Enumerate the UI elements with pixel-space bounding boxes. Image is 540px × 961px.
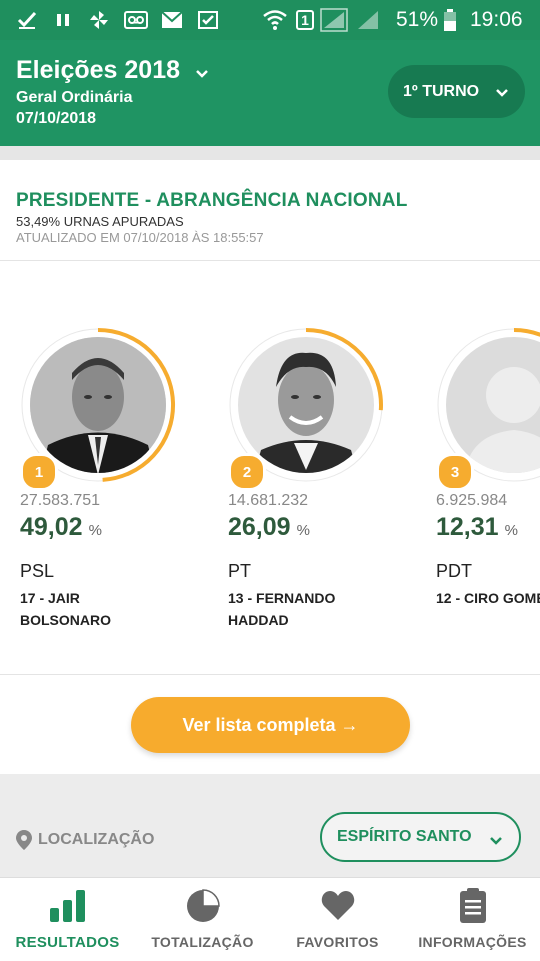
chevron-down-icon (489, 833, 503, 851)
pause-icon (55, 10, 71, 30)
election-date: 07/10/2018 (16, 110, 97, 127)
party-name: PDT (436, 561, 472, 581)
sim-indicator: 1 (296, 10, 314, 30)
candidate-name: 12 - CIRO GOMES (436, 590, 540, 606)
voicemail-icon (124, 10, 148, 30)
section-title: PRESIDENTE - ABRANGÊNCIA NACIONAL (16, 190, 408, 211)
election-selector[interactable]: Eleições 2018 (16, 56, 209, 86)
vote-percent: 49,02% (20, 513, 102, 542)
location-bar: LOCALIZAÇÃO ESPÍRITO SANTO (0, 774, 540, 877)
turno-label: 1º TURNO (403, 82, 480, 100)
nav-totalizacao[interactable]: TOTALIZAÇÃO (135, 878, 270, 961)
document-icon (458, 888, 488, 929)
ticket-check-icon (197, 10, 219, 30)
bar-chart-icon (48, 888, 88, 929)
location-label-group: LOCALIZAÇÃO (16, 830, 154, 850)
vote-percent: 26,09% (228, 513, 310, 542)
chevron-down-icon (195, 57, 209, 86)
urnas-apuradas: 53,49% URNAS APURADAS (16, 214, 184, 229)
percent-value: 12,31 (436, 513, 499, 541)
percent-unit: % (88, 522, 102, 539)
party-name: PT (228, 561, 252, 581)
app-header: Eleições 2018 Geral Ordinária 07/10/2018… (0, 40, 540, 146)
signal-weak-icon (356, 10, 380, 30)
election-subtitle: Geral Ordinária (16, 89, 133, 106)
location-value: ESPÍRITO SANTO (337, 828, 472, 845)
map-pin-icon (16, 830, 32, 850)
turno-dropdown[interactable]: 1º TURNO (388, 65, 525, 118)
candidate-card[interactable]: 3 6.925.984 12,31% PDT 12 - CIRO GOMES (434, 325, 540, 625)
nav-label: TOTALIZAÇÃO (151, 934, 254, 950)
percent-value: 49,02 (20, 513, 83, 541)
battery-percent: 51% (396, 8, 439, 31)
mail-icon (161, 10, 183, 30)
wifi-icon (262, 10, 288, 30)
candidate-name: 13 - FERNANDO HADDAD (228, 590, 336, 628)
clock: 19:06 (470, 8, 523, 31)
percent-unit: % (296, 522, 310, 539)
battery-icon (444, 9, 456, 31)
vote-count: 6.925.984 (436, 492, 508, 509)
divider (0, 260, 540, 261)
nav-favoritos[interactable]: FAVORITOS (270, 878, 405, 961)
vote-count: 14.681.232 (228, 492, 309, 509)
bottom-nav: RESULTADOS TOTALIZAÇÃO FAVORITOS INFORMA… (0, 877, 540, 961)
party-name: PSL (20, 561, 55, 581)
pie-chart-icon (185, 888, 221, 929)
signal-icon (320, 8, 350, 32)
nav-resultados[interactable]: RESULTADOS (0, 878, 135, 961)
candidate-name: 17 - JAIR BOLSONARO (20, 590, 111, 628)
nav-label: INFORMAÇÕES (418, 934, 527, 950)
vote-percent: 12,31% (436, 513, 518, 542)
check-icon (16, 10, 38, 30)
results-card: PRESIDENTE - ABRANGÊNCIA NACIONAL 53,49%… (0, 160, 540, 774)
vote-count: 27.583.751 (20, 492, 101, 509)
percent-value: 26,09 (228, 513, 291, 541)
nav-label: FAVORITOS (296, 934, 379, 950)
location-dropdown[interactable]: ESPÍRITO SANTO (320, 812, 521, 862)
divider (0, 674, 540, 675)
nav-informacoes[interactable]: INFORMAÇÕES (405, 878, 540, 961)
pinwheel-icon (88, 10, 110, 30)
card-gap (0, 146, 540, 160)
location-label: LOCALIZAÇÃO (38, 831, 155, 848)
rank-badge: 1 (20, 453, 58, 491)
nav-label: RESULTADOS (15, 934, 120, 951)
percent-unit: % (504, 522, 518, 539)
rank-badge: 2 (228, 453, 266, 491)
chevron-down-icon (495, 85, 509, 103)
heart-icon (320, 888, 356, 927)
status-bar: 1 51% 19:06 (0, 0, 540, 40)
election-title: Eleições 2018 (16, 56, 181, 84)
rank-badge: 3 (436, 453, 474, 491)
full-list-button[interactable]: Ver lista completa → (131, 697, 410, 753)
updated-timestamp: ATUALIZADO EM 07/10/2018 ÀS 18:55:57 (16, 230, 264, 245)
